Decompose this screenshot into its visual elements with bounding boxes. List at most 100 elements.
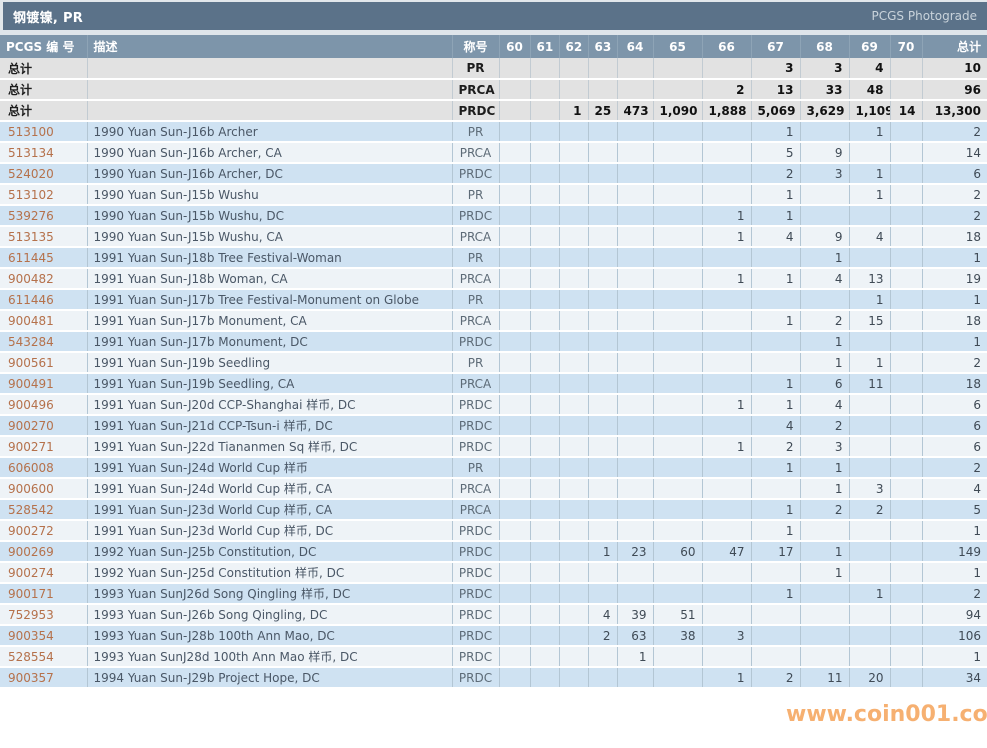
pcgs-number-cell[interactable]: 539276	[0, 205, 87, 226]
grade-64-cell	[617, 457, 653, 478]
row-total-cell: 19	[922, 268, 987, 289]
grade-66-cell	[702, 142, 751, 163]
pcgs-number-cell[interactable]: 513135	[0, 226, 87, 247]
grade-67-cell: 17	[751, 541, 800, 562]
table-row: 9006001991 Yuan Sun-J24d World Cup 样币, C…	[0, 478, 987, 499]
grade-66-cell	[702, 562, 751, 583]
grade-62-cell	[559, 499, 588, 520]
grade-61-cell	[530, 394, 559, 415]
grade-64-cell	[617, 499, 653, 520]
grade-64-cell	[617, 58, 653, 79]
pcgs-number-cell[interactable]: 900491	[0, 373, 87, 394]
pcgs-number-cell[interactable]: 900271	[0, 436, 87, 457]
grade-61-cell	[530, 520, 559, 541]
grade-66-cell	[702, 289, 751, 310]
pcgs-number-cell[interactable]: 528554	[0, 646, 87, 667]
grade-64-cell: 23	[617, 541, 653, 562]
pcgs-number-cell[interactable]: 900357	[0, 667, 87, 688]
grade-68-cell: 3	[800, 163, 849, 184]
grade-68-cell	[800, 121, 849, 142]
grade-61-cell	[530, 184, 559, 205]
grade-69-cell	[849, 436, 890, 457]
row-total-cell: 2	[922, 205, 987, 226]
description-cell: 1991 Yuan Sun-J20d CCP-Shanghai 样币, DC	[87, 394, 452, 415]
grade-65-cell	[653, 520, 702, 541]
row-total-cell: 6	[922, 436, 987, 457]
description-cell: 1992 Yuan Sun-J25d Constitution 样币, DC	[87, 562, 452, 583]
grade-68-cell: 9	[800, 142, 849, 163]
grade-66-cell	[702, 457, 751, 478]
pcgs-number-cell[interactable]: 900496	[0, 394, 87, 415]
pcgs-number-cell[interactable]: 900561	[0, 352, 87, 373]
pcgs-number-cell[interactable]: 752953	[0, 604, 87, 625]
grade-69-cell	[849, 205, 890, 226]
grade-69-cell	[849, 646, 890, 667]
grade-70-cell: 14	[890, 100, 922, 121]
grade-69-cell: 20	[849, 667, 890, 688]
pcgs-number-cell[interactable]: 900481	[0, 310, 87, 331]
grade-61-cell	[530, 100, 559, 121]
grade-68-cell	[800, 205, 849, 226]
pcgs-number-cell[interactable]: 900269	[0, 541, 87, 562]
row-total-cell: 149	[922, 541, 987, 562]
pcgs-number-cell[interactable]: 543284	[0, 331, 87, 352]
description-cell: 1991 Yuan Sun-J19b Seedling	[87, 352, 452, 373]
grade-63-cell	[588, 289, 617, 310]
pcgs-number-cell[interactable]: 611445	[0, 247, 87, 268]
pcgs-number-cell[interactable]: 900482	[0, 268, 87, 289]
grade-66-cell	[702, 247, 751, 268]
pcgs-number-cell[interactable]: 900600	[0, 478, 87, 499]
grade-61-cell	[530, 436, 559, 457]
pcgs-number-cell[interactable]: 528542	[0, 499, 87, 520]
grade-67-cell: 1	[751, 205, 800, 226]
grade-65-cell	[653, 394, 702, 415]
grade-69-cell: 11	[849, 373, 890, 394]
pcgs-number-cell[interactable]: 606008	[0, 457, 87, 478]
designation-cell: PRDC	[452, 163, 499, 184]
grade-63-cell: 1	[588, 541, 617, 562]
grade-61-cell	[530, 205, 559, 226]
grade-61-cell	[530, 331, 559, 352]
grade-68-cell: 1	[800, 562, 849, 583]
grade-60-cell	[499, 100, 530, 121]
grade-61-cell	[530, 478, 559, 499]
page-title: 钢镀镍, PR	[13, 7, 83, 26]
grade-64-cell	[617, 142, 653, 163]
grade-64-cell	[617, 436, 653, 457]
grade-70-cell	[890, 205, 922, 226]
grade-70-cell	[890, 142, 922, 163]
grade-70-cell	[890, 583, 922, 604]
grade-62-cell	[559, 520, 588, 541]
grade-62-cell	[559, 562, 588, 583]
grade-69-cell	[849, 457, 890, 478]
description-cell: 1991 Yuan Sun-J17b Tree Festival-Monumen…	[87, 289, 452, 310]
description-cell: 1991 Yuan Sun-J19b Seedling, CA	[87, 373, 452, 394]
pcgs-number-cell[interactable]: 513100	[0, 121, 87, 142]
pcgs-number-cell[interactable]: 900272	[0, 520, 87, 541]
grade-63-cell	[588, 268, 617, 289]
description-cell: 1992 Yuan Sun-J25b Constitution, DC	[87, 541, 452, 562]
pcgs-number-cell[interactable]: 900270	[0, 415, 87, 436]
photograde-link[interactable]: PCGS Photograde	[872, 9, 977, 23]
pcgs-number-cell[interactable]: 513102	[0, 184, 87, 205]
pcgs-number-cell[interactable]: 900354	[0, 625, 87, 646]
pcgs-number-cell[interactable]: 611446	[0, 289, 87, 310]
designation-cell: PR	[452, 184, 499, 205]
grade-66-cell	[702, 415, 751, 436]
grade-64-cell	[617, 163, 653, 184]
grade-60-cell	[499, 331, 530, 352]
grade-61-cell	[530, 268, 559, 289]
pcgs-number-cell[interactable]: 900171	[0, 583, 87, 604]
designation-cell: PR	[452, 58, 499, 79]
pcgs-number-cell[interactable]: 900274	[0, 562, 87, 583]
grade-64-cell	[617, 184, 653, 205]
grade-67-cell: 2	[751, 436, 800, 457]
grade-60-cell	[499, 121, 530, 142]
pcgs-number-cell[interactable]: 524020	[0, 163, 87, 184]
grade-61-cell	[530, 625, 559, 646]
grade-61-cell	[530, 457, 559, 478]
grade-62-cell	[559, 163, 588, 184]
grade-67-cell: 1	[751, 268, 800, 289]
grade-62-cell	[559, 457, 588, 478]
pcgs-number-cell[interactable]: 513134	[0, 142, 87, 163]
